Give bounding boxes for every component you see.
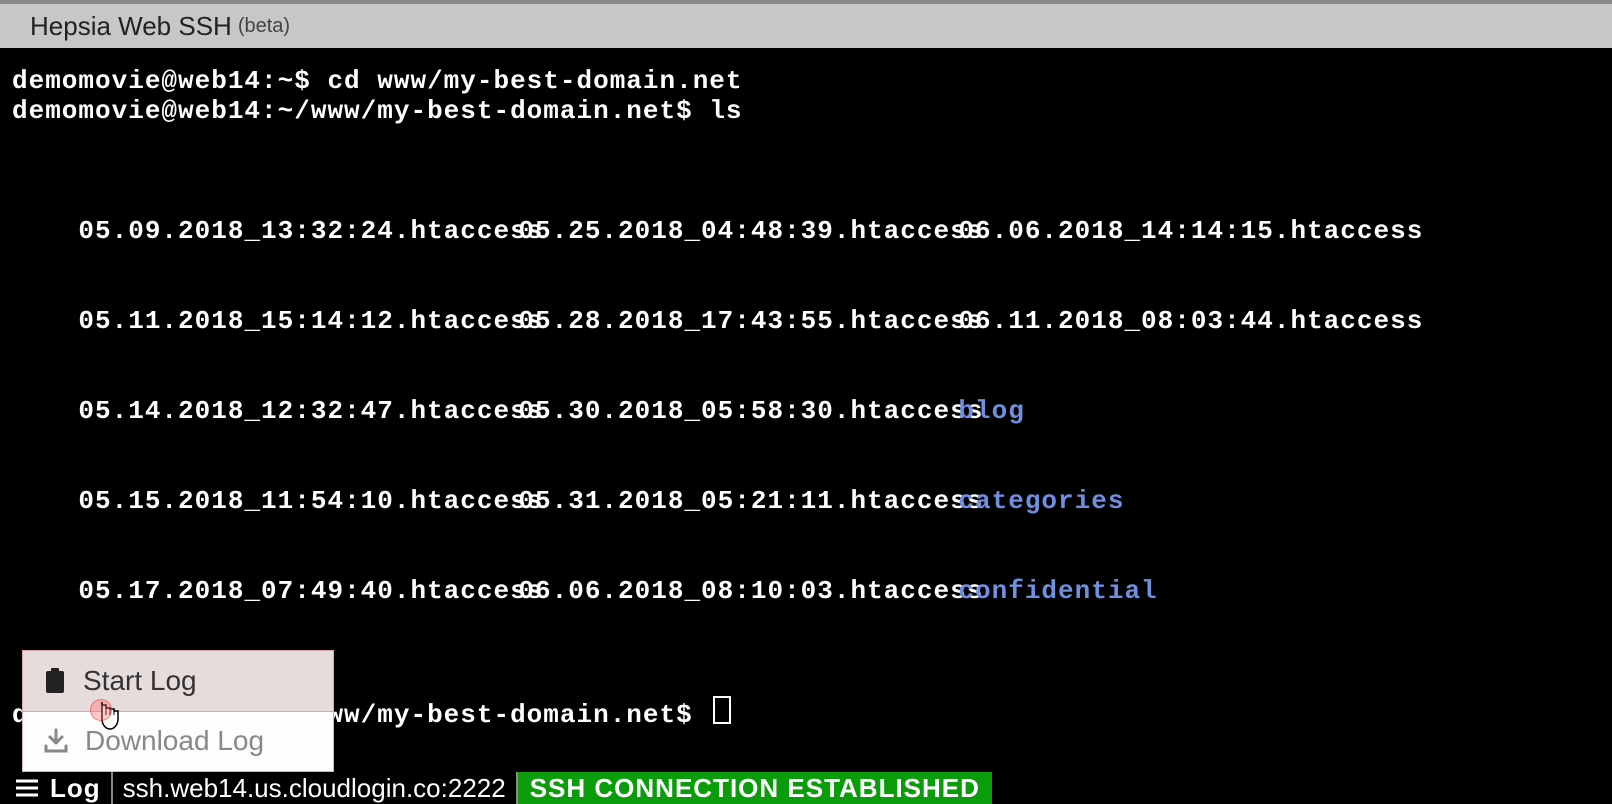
file-entry: 05.17.2018_07:49:40.htaccess [78,576,518,606]
app-title: Hepsia Web SSH [30,11,232,42]
log-label: Log [50,773,101,804]
start-log-label: Start Log [83,665,197,697]
clipboard-icon [43,667,67,695]
command-text: cd www/my-best-domain.net [327,66,742,96]
app-title-suffix: (beta) [238,15,290,38]
dir-entry: blog [958,396,1423,426]
file-entry: 06.06.2018_08:10:03.htaccess [518,576,958,606]
terminal-cursor [713,696,731,724]
file-entry: 05.25.2018_04:48:39.htaccess [518,216,958,246]
file-entry: 05.14.2018_12:32:47.htaccess [78,396,518,426]
terminal-line: demomovie@web14:~/www/my-best-domain.net… [12,96,1600,126]
download-log-button[interactable]: Download Log [23,711,333,771]
terminal-line: demomovie@web14:~$ cd www/my-best-domain… [12,66,1600,96]
dir-entry: categories [958,486,1423,516]
log-menu-toggle[interactable]: Log [0,772,113,804]
file-entry: 06.06.2018_14:14:15.htaccess [958,216,1423,246]
prompt-text: demomovie@web14:~$ [12,66,327,96]
ls-output: 05.09.2018_13:32:24.htaccess 05.11.2018_… [12,126,1600,696]
file-entry: 05.15.2018_11:54:10.htaccess [78,486,518,516]
menu-icon [16,779,38,797]
start-log-button[interactable]: Start Log [22,650,334,712]
prompt-text: demomovie@web14:~/www/my-best-domain.net… [12,96,709,126]
host-text: ssh.web14.us.cloudlogin.co:2222 [123,773,506,804]
title-bar: Hepsia Web SSH (beta) [0,0,1612,48]
connection-status: SSH CONNECTION ESTABLISHED [518,772,992,804]
host-indicator: ssh.web14.us.cloudlogin.co:2222 [113,772,518,804]
command-text: ls [709,96,742,126]
file-entry: 05.28.2018_17:43:55.htaccess [518,306,958,336]
file-entry: 05.09.2018_13:32:24.htaccess [78,216,518,246]
dir-entry: confidential [958,576,1423,606]
file-entry: 05.11.2018_15:14:12.htaccess [78,306,518,336]
log-menu-popup: Start Log Download Log [22,650,334,772]
download-icon [43,728,69,754]
file-entry: 05.31.2018_05:21:11.htaccess [518,486,958,516]
status-bar: Log ssh.web14.us.cloudlogin.co:2222 SSH … [0,772,1612,804]
file-entry: 06.11.2018_08:03:44.htaccess [958,306,1423,336]
file-entry: 05.30.2018_05:58:30.htaccess [518,396,958,426]
download-log-label: Download Log [85,725,264,757]
connection-text: SSH CONNECTION ESTABLISHED [530,773,980,804]
